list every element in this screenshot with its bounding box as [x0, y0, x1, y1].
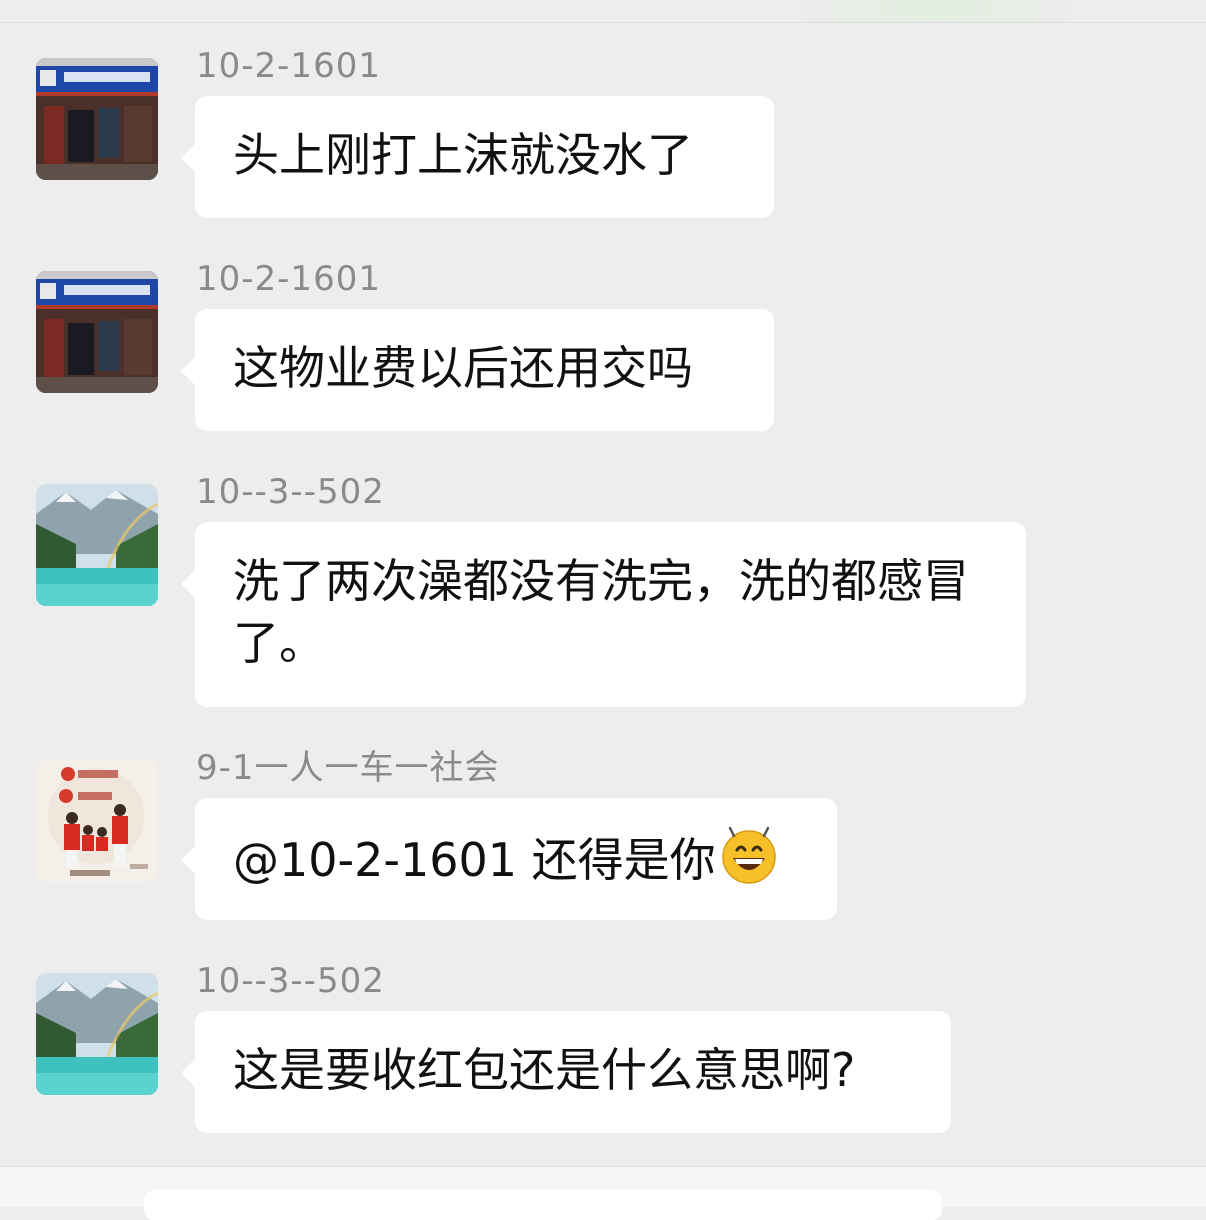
lake-avatar-image: [36, 973, 158, 1095]
sender-name: 10-2-1601: [196, 46, 381, 86]
message-text: @10-2-1601 还得是你: [233, 833, 716, 887]
avatar[interactable]: [36, 58, 158, 180]
sender-name: 10-2-1601: [196, 259, 381, 299]
family-avatar-image: [36, 760, 158, 882]
top-bar: [0, 0, 1206, 23]
message-input[interactable]: [144, 1190, 942, 1220]
avatar[interactable]: [36, 484, 158, 606]
sender-name: 10--3--502: [196, 961, 385, 1001]
message-bubble[interactable]: 这是要收红包还是什么意思啊?: [181, 1011, 951, 1133]
message-text: 头上刚打上沫就没水了: [233, 128, 693, 182]
message-text: 这是要收红包还是什么意思啊?: [233, 1043, 856, 1097]
message-bubble[interactable]: 这物业费以后还用交吗: [181, 309, 774, 431]
avatar[interactable]: [36, 973, 158, 1095]
top-bar-glow: [786, 0, 1086, 22]
sender-name: 9-1一人一车一社会: [196, 748, 500, 788]
avatar[interactable]: [36, 271, 158, 393]
grinning-face-icon: [720, 826, 778, 884]
message-text: 这物业费以后还用交吗: [233, 341, 693, 395]
message-bubble[interactable]: @10-2-1601 还得是你: [181, 798, 837, 920]
avatar[interactable]: [36, 760, 158, 882]
sender-name: 10--3--502: [196, 472, 385, 512]
shop-avatar-image: [36, 271, 158, 393]
message-text: 洗了两次澡都没有洗完，洗的都感冒了。: [233, 554, 969, 670]
message-bubble[interactable]: 头上刚打上沫就没水了: [181, 96, 774, 218]
message-bubble[interactable]: 洗了两次澡都没有洗完，洗的都感冒了。: [181, 522, 1026, 707]
shop-avatar-image: [36, 58, 158, 180]
lake-avatar-image: [36, 484, 158, 606]
